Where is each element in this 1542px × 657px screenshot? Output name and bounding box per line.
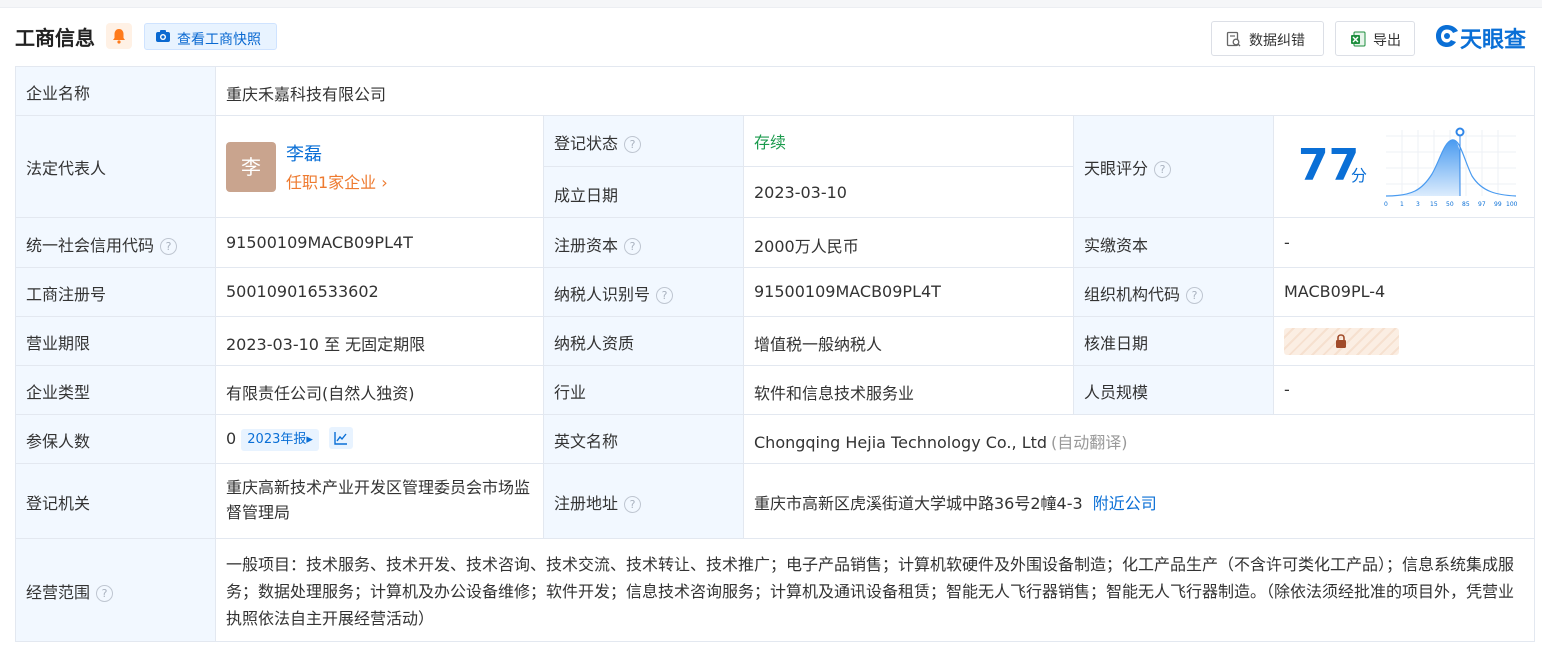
label-scope: 经营范围? [16, 539, 216, 641]
score-distribution-chart: 0 1 3 15 50 85 97 99 100 [1384, 127, 1518, 208]
help-icon[interactable]: ? [160, 238, 178, 255]
address-text: 重庆市高新区虎溪街道大学城中路36号2幢4-3 [754, 494, 1083, 513]
help-icon[interactable]: ? [624, 136, 642, 153]
label-status: 登记状态? [544, 116, 744, 167]
label-paid-capital: 实缴资本 [1074, 218, 1274, 268]
help-icon[interactable]: ? [96, 585, 114, 602]
data-correction-label: 数据纠错 [1249, 33, 1305, 49]
score-tick-1: 1 [1400, 201, 1404, 208]
value-en-name: Chongqing Hejia Technology Co., Ltd (自动翻译… [744, 415, 1534, 464]
monitor-bell-button[interactable] [106, 23, 132, 49]
label-tax-qual: 纳税人资质 [544, 317, 744, 366]
nearby-companies-link[interactable]: 附近公司 [1093, 494, 1157, 513]
value-company-type: 有限责任公司(自然人独资) [216, 366, 544, 415]
value-legal-rep: 李 李磊 任职1家企业 › [216, 116, 544, 218]
label-approve-date: 核准日期 [1074, 317, 1274, 366]
value-credit-code: 91500109MACB09PL4T [216, 218, 544, 268]
excel-icon [1351, 31, 1366, 47]
value-insured: 0 2023年报▸ [216, 415, 544, 464]
business-info-table: 企业名称 重庆禾嘉科技有限公司 法定代表人 李 李磊 任职1家企业 › 登记状态… [15, 66, 1535, 642]
help-icon[interactable]: ? [1186, 287, 1204, 304]
value-scope: 一般项目：技术服务、技术开发、技术咨询、技术交流、技术转让、技术推广；电子产品销… [216, 539, 1534, 641]
section-header: 工商信息 查看工商快照 数据纠错 导出 天眼查 [0, 8, 1542, 66]
help-icon[interactable]: ? [656, 287, 674, 304]
label-tax-id: 纳税人识别号? [544, 268, 744, 317]
value-tax-qual: 增值税一般纳税人 [744, 317, 1074, 366]
label-legal-rep: 法定代表人 [16, 116, 216, 218]
value-score[interactable]: 77 分 0 1 3 15 50 85 97 99 100 [1274, 116, 1534, 218]
trend-chart-button[interactable] [329, 427, 353, 449]
business-scope-text: 一般项目：技术服务、技术开发、技术咨询、技术交流、技术转让、技术推广；电子产品销… [226, 555, 1515, 628]
label-industry: 行业 [544, 366, 744, 415]
score-tick-5: 85 [1462, 201, 1470, 208]
insured-count: 0 [226, 429, 237, 448]
value-founded: 2023-03-10 [744, 167, 1074, 218]
annual-report-badge[interactable]: 2023年报▸ [241, 429, 319, 451]
export-button[interactable]: 导出 [1335, 21, 1415, 56]
logo-text: 天眼查 [1460, 28, 1527, 53]
value-status: 存续 [744, 116, 1074, 167]
value-term: 2023-03-10 至 无固定期限 [216, 317, 544, 366]
snapshot-label: 查看工商快照 [177, 32, 261, 48]
value-company-name: 重庆禾嘉科技有限公司 [216, 67, 1534, 116]
value-capital: 2000万人民币 [744, 218, 1074, 268]
trend-icon [334, 432, 347, 445]
camera-icon [156, 30, 170, 42]
label-address: 注册地址? [544, 464, 744, 539]
value-industry: 软件和信息技术服务业 [744, 366, 1074, 415]
section-title: 工商信息 [15, 26, 95, 50]
value-staff-size: - [1274, 366, 1534, 415]
help-icon[interactable]: ? [1154, 161, 1172, 178]
edit-document-icon [1226, 31, 1241, 47]
view-snapshot-button[interactable]: 查看工商快照 [144, 23, 277, 50]
label-org-code: 组织机构代码? [1074, 268, 1274, 317]
legal-rep-companies-link[interactable]: 任职1家企业 › [286, 169, 388, 193]
score-tick-0: 0 [1384, 201, 1388, 208]
label-authority: 登记机关 [16, 464, 216, 539]
locked-value[interactable] [1284, 328, 1399, 355]
value-reg-no: 500109016533602 [216, 268, 544, 317]
score-unit: 分 [1351, 166, 1368, 185]
score-tick-3: 15 [1430, 201, 1438, 208]
legal-rep-name-link[interactable]: 李磊 [286, 140, 322, 166]
bell-icon [113, 29, 125, 44]
label-founded: 成立日期 [544, 167, 744, 218]
score-tick-4: 50 [1446, 201, 1454, 208]
top-divider [0, 0, 1542, 8]
value-tax-id: 91500109MACB09PL4T [744, 268, 1074, 317]
label-term: 营业期限 [16, 317, 216, 366]
score-tick-6: 97 [1478, 201, 1486, 208]
auto-translate-note: (自动翻译) [1051, 433, 1128, 452]
value-org-code: MACB09PL-4 [1274, 268, 1534, 317]
value-paid-capital: - [1274, 218, 1534, 268]
help-icon[interactable]: ? [624, 496, 642, 513]
help-icon[interactable]: ? [624, 238, 642, 255]
score-tick-8: 100 [1506, 201, 1518, 208]
label-reg-no: 工商注册号 [16, 268, 216, 317]
lock-icon [1336, 334, 1346, 348]
label-company-name: 企业名称 [16, 67, 216, 116]
data-correction-button[interactable]: 数据纠错 [1211, 21, 1324, 56]
avatar[interactable]: 李 [226, 142, 276, 192]
label-company-type: 企业类型 [16, 366, 216, 415]
value-authority: 重庆高新技术产业开发区管理委员会市场监督管理局 [216, 464, 544, 539]
label-score: 天眼评分? [1074, 116, 1274, 218]
logo-mark-icon [1436, 25, 1458, 47]
label-credit-code: 统一社会信用代码? [16, 218, 216, 268]
status-badge: 存续 [754, 133, 787, 152]
score-tick-7: 99 [1494, 201, 1502, 208]
label-en-name: 英文名称 [544, 415, 744, 464]
value-address: 重庆市高新区虎溪街道大学城中路36号2幢4-3 附近公司 [744, 464, 1534, 539]
label-staff-size: 人员规模 [1074, 366, 1274, 415]
export-label: 导出 [1373, 33, 1401, 49]
value-approve-date [1274, 317, 1534, 366]
score-tick-2: 3 [1416, 201, 1420, 208]
label-capital: 注册资本? [544, 218, 744, 268]
english-name: Chongqing Hejia Technology Co., Ltd [754, 433, 1048, 452]
label-insured: 参保人数 [16, 415, 216, 464]
